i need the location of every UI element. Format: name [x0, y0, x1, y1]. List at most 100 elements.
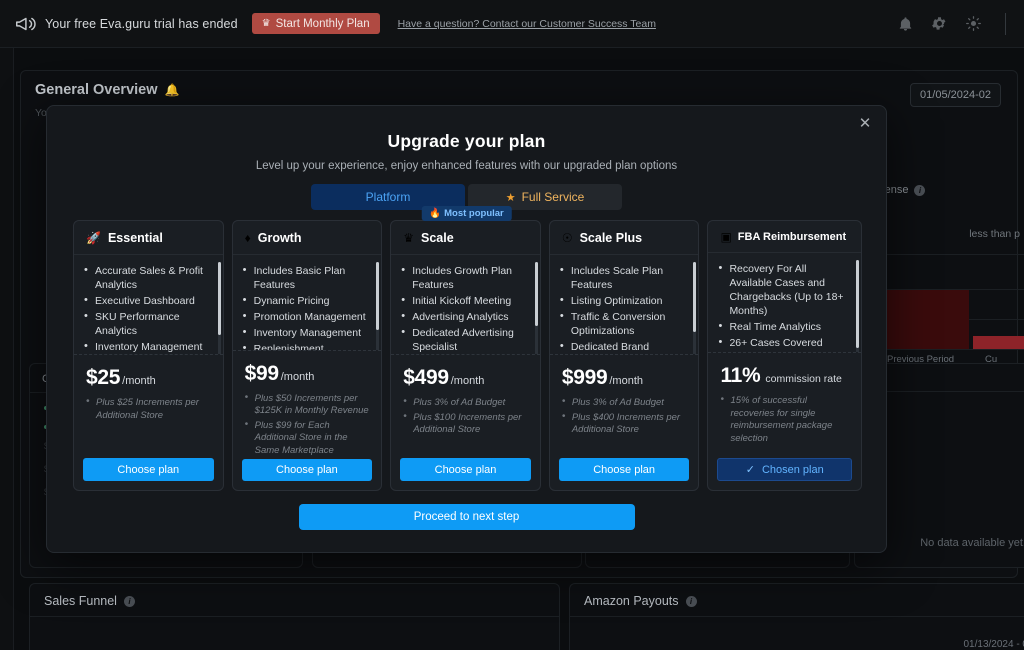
choose-plan-label: Choose plan: [593, 463, 656, 476]
features-scrollbar[interactable]: [693, 262, 697, 354]
crown-icon: ♛: [261, 17, 271, 29]
bar-previous-period: [880, 290, 969, 349]
check-icon: ✓: [745, 464, 755, 476]
tab-full-service-label: Full Service: [521, 190, 585, 204]
most-popular-label: Most popular: [444, 208, 504, 219]
brightness-icon[interactable]: [965, 15, 982, 32]
plan-features: Accurate Sales & Profit Analytics Execut…: [74, 255, 223, 355]
gear-icon[interactable]: [931, 15, 948, 32]
plan-card-scale[interactable]: ♛ Scale Includes Growth Plan Features In…: [390, 220, 541, 491]
plan-note: Plus $400 Increments per Additional Stor…: [561, 411, 688, 437]
choose-plan-button-growth[interactable]: Choose plan: [241, 459, 373, 481]
topbar-actions: [897, 12, 1010, 35]
proceed-label: Proceed to next step: [413, 511, 520, 523]
general-overview-header: General Overview 🔔: [21, 71, 1017, 107]
proceed-to-next-step-button[interactable]: Proceed to next step: [298, 504, 635, 530]
plan-notes: Plus 3% of Ad Budget Plus $400 Increment…: [550, 390, 699, 439]
target-icon: ☉: [561, 231, 573, 245]
feature-item: Includes Scale Plan Features: [559, 263, 689, 292]
info-icon[interactable]: i: [914, 184, 926, 196]
sales-funnel-panel: Sales Funnel i: [29, 583, 560, 650]
info-icon[interactable]: i: [123, 595, 135, 607]
plan-features: Includes Growth Plan Features Initial Ki…: [391, 255, 540, 355]
contact-support-link[interactable]: Have a question? Contact our Customer Su…: [398, 18, 656, 30]
feature-item: Initial Kickoff Meeting: [400, 293, 530, 308]
plan-name: Scale: [420, 231, 454, 245]
no-data-message: No data available yet.: [920, 537, 1024, 549]
feature-item: Traffic & Conversion Optimizations: [559, 309, 689, 338]
feature-item: Executive Dashboard: [83, 293, 213, 308]
plan-notes: Plus $25 Increments per Additional Store: [74, 390, 223, 424]
plan-card-essential[interactable]: 🚀 Essential Accurate Sales & Profit Anal…: [73, 220, 224, 491]
choose-plan-button-scale-plus[interactable]: Choose plan: [558, 458, 690, 481]
plan-card-growth[interactable]: ♦ Growth Includes Basic Plan Features Dy…: [231, 220, 383, 491]
bell-icon[interactable]: [897, 15, 914, 32]
plan-card-header: ☉ Scale Plus: [549, 221, 699, 255]
feature-item: SKU Performance Analytics: [83, 309, 213, 338]
plan-name: Scale Plus: [579, 231, 643, 245]
features-scrollbar[interactable]: [534, 262, 538, 354]
bar-current-period: [973, 336, 1024, 349]
modal-title: Upgrade your plan: [387, 131, 546, 151]
chosen-plan-button-fba[interactable]: ✓ Chosen plan: [717, 458, 852, 481]
plan-card-scale-plus[interactable]: ☉ Scale Plus Includes Scale Plan Feature…: [548, 220, 700, 491]
topbar-divider: [1005, 12, 1006, 35]
plan-card-list: 🚀 Essential Accurate Sales & Profit Anal…: [73, 220, 862, 491]
trial-banner-text: Your free Eva.guru trial has ended: [45, 16, 238, 31]
plan-notes: 15% of successful recoveries for single …: [708, 388, 861, 447]
choose-plan-label: Choose plan: [117, 463, 180, 476]
choose-plan-button-essential[interactable]: Choose plan: [83, 458, 214, 481]
plan-note: Plus $99 for Each Additional Store in th…: [244, 419, 371, 458]
bell-alert-icon: 🔔: [164, 83, 180, 97]
upgrade-plan-modal: ✕ Upgrade your plan Level up your experi…: [46, 105, 887, 553]
plan-name: FBA Reimbursement: [737, 231, 847, 243]
page-title: General Overview: [35, 82, 158, 98]
features-scrollbar[interactable]: [376, 262, 380, 350]
plan-card-fba-reimbursement[interactable]: ▣ FBA Reimbursement Recovery For All Ava…: [707, 220, 862, 491]
feature-item: Inventory Management: [83, 339, 213, 354]
plan-price-row: $99 /month: [233, 351, 382, 386]
info-icon[interactable]: i: [685, 595, 697, 607]
start-monthly-plan-label: Start Monthly Plan: [275, 17, 370, 30]
close-icon[interactable]: ✕: [854, 112, 876, 134]
features-scrollbar[interactable]: [217, 262, 221, 354]
plan-price: $25: [86, 366, 121, 389]
plan-period: commission rate: [765, 373, 842, 385]
start-monthly-plan-button[interactable]: ♛ Start Monthly Plan: [251, 13, 380, 34]
feature-item: Dynamic Pricing: [242, 293, 372, 308]
amazon-payouts-date-range: 01/13/2024 - 0: [963, 639, 1024, 650]
feature-item: Customized Reporting For Your Needs: [718, 351, 722, 352]
choose-plan-button-scale[interactable]: Choose plan: [400, 458, 531, 481]
crown-icon: ♛: [403, 231, 414, 245]
trial-banner: Your free Eva.guru trial has ended ♛ Sta…: [0, 0, 1024, 48]
plan-card-header: ♛ Scale: [391, 221, 540, 255]
choose-plan-label: Choose plan: [276, 464, 338, 477]
features-scrollbar[interactable]: [856, 260, 859, 352]
feature-item: Dedicated Advertising Specialist: [400, 325, 530, 354]
plan-name: Essential: [107, 231, 163, 245]
amazon-payouts-panel: Amazon Payouts i 01/13/2024 - 0: [569, 583, 1024, 650]
modal-subtitle: Level up your experience, enjoy enhanced…: [255, 160, 678, 172]
sidebar-rail[interactable]: [0, 48, 14, 650]
plan-notes: Plus 3% of Ad Budget Plus $100 Increment…: [391, 390, 540, 439]
feature-item: Listing Optimization: [559, 293, 689, 308]
plan-price-row: $25 /month: [74, 355, 223, 390]
plan-features: Includes Scale Plan Features Listing Opt…: [549, 255, 699, 355]
plan-features: Includes Basic Plan Features Dynamic Pri…: [232, 255, 382, 351]
feature-item: Replenishment Forecasting: [242, 341, 372, 350]
date-range-picker[interactable]: 01/05/2024-02: [910, 83, 1001, 107]
plan-price-row: $499 /month: [391, 355, 540, 390]
feature-item: Accurate Sales & Profit Analytics: [83, 263, 213, 292]
feature-item: 26+ Cases Covered: [717, 335, 851, 350]
sales-funnel-title: Sales Funnel: [44, 594, 117, 608]
megaphone-icon: [14, 13, 36, 35]
plan-note: Plus 3% of Ad Budget: [561, 396, 688, 410]
fire-icon: 🔥: [429, 208, 442, 219]
plan-price: $499: [403, 366, 449, 389]
plan-card-header: ▣ FBA Reimbursement: [708, 221, 861, 253]
plan-card-header: 🚀 Essential: [74, 221, 223, 255]
plan-note: Plus $50 Increments per $125K in Monthly…: [244, 392, 371, 418]
plan-note: 15% of successful recoveries for single …: [719, 394, 850, 445]
plan-period: /month: [450, 375, 485, 387]
feature-item: Includes Basic Plan Features: [242, 263, 372, 292]
